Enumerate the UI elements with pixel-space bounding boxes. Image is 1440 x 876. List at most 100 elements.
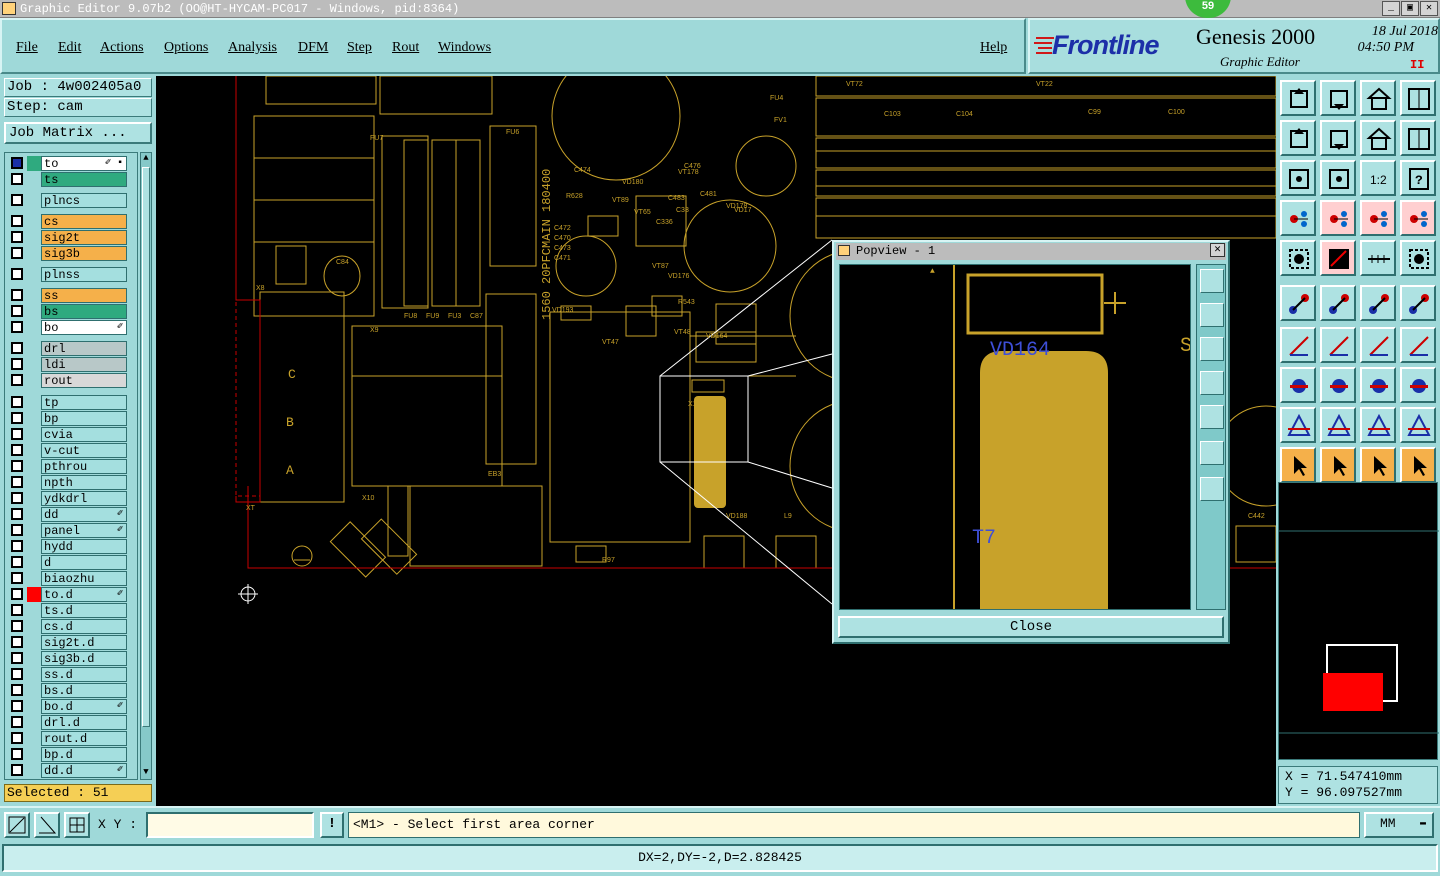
layer-row-sig2t[interactable]: sig2t <box>7 230 127 245</box>
layer-checkbox[interactable] <box>11 173 23 185</box>
overview-map[interactable] <box>1278 482 1439 760</box>
layer-checkbox[interactable] <box>11 764 23 776</box>
layer-color-swatch[interactable] <box>27 571 41 586</box>
layer-name[interactable]: rout <box>41 373 127 388</box>
layer-checkbox[interactable] <box>11 748 23 760</box>
cross-icon[interactable] <box>1320 285 1356 321</box>
popview-fit-icon[interactable] <box>1200 441 1224 465</box>
layer-checkbox[interactable] <box>11 652 23 664</box>
layer-row-dd.d[interactable]: dd.d ✐ <box>7 763 127 778</box>
layer-row-sig2t.d[interactable]: sig2t.d <box>7 635 127 650</box>
marker-icon[interactable] <box>1280 367 1316 403</box>
menu-rout[interactable]: Rout <box>392 40 419 56</box>
menu-edit[interactable]: Edit <box>58 40 81 56</box>
layer-checkbox[interactable] <box>11 247 23 259</box>
units-select[interactable]: MM ▬ <box>1364 812 1434 838</box>
dot-line-icon[interactable] <box>1360 285 1396 321</box>
popview-left-icon[interactable] <box>1200 371 1224 395</box>
layer-row-rout[interactable]: rout <box>7 373 127 388</box>
snap-right-icon[interactable] <box>1320 120 1356 156</box>
layer-color-swatch[interactable] <box>27 304 41 319</box>
layer-color-swatch[interactable] <box>27 715 41 730</box>
layer-checkbox[interactable] <box>11 716 23 728</box>
layer-color-swatch[interactable] <box>27 443 41 458</box>
layer-color-swatch[interactable] <box>27 288 41 303</box>
layer-checkbox[interactable] <box>11 492 23 504</box>
layer-row-drl.d[interactable]: drl.d <box>7 715 127 730</box>
resize-icon[interactable] <box>1360 120 1396 156</box>
layer-name[interactable]: cs <box>41 214 127 229</box>
feature-filter-icon[interactable] <box>1360 200 1396 236</box>
line-icon[interactable] <box>1320 327 1356 363</box>
layer-checkbox[interactable] <box>11 428 23 440</box>
layer-name[interactable]: bs <box>41 304 127 319</box>
layer-checkbox[interactable] <box>11 342 23 354</box>
layer-color-swatch[interactable] <box>27 587 41 602</box>
draw-line-icon[interactable] <box>1320 240 1356 276</box>
layer-row-bp.d[interactable]: bp.d <box>7 747 127 762</box>
layer-checkbox[interactable] <box>11 157 23 169</box>
arc-icon[interactable] <box>1360 327 1396 363</box>
layer-row-dd[interactable]: dd ✐ <box>7 507 127 522</box>
layer-color-swatch[interactable] <box>27 699 41 714</box>
cluster-icon[interactable] <box>1400 367 1436 403</box>
layer-name[interactable]: npth <box>41 475 127 490</box>
menu-windows[interactable]: Windows <box>438 40 491 56</box>
scroll-down-icon[interactable]: ▼ <box>141 767 151 779</box>
layer-color-swatch[interactable] <box>27 320 41 335</box>
layer-row-sig3b[interactable]: sig3b <box>7 246 127 261</box>
layer-name[interactable]: biaozhu <box>41 571 127 586</box>
layer-checkbox[interactable] <box>11 636 23 648</box>
flip-icon[interactable] <box>1400 327 1436 363</box>
layer-name[interactable]: to ✐ ▪ <box>41 156 127 171</box>
feature-select-icon[interactable] <box>1400 200 1436 236</box>
layer-name[interactable]: sig2t <box>41 230 127 245</box>
angle-icon[interactable] <box>1280 327 1316 363</box>
layer-row-npth[interactable]: npth <box>7 475 127 490</box>
layer-name[interactable]: dd.d ✐ <box>41 763 127 778</box>
layer-row-ydkdrl[interactable]: ydkdrl <box>7 491 127 506</box>
layer-row-bs.d[interactable]: bs.d <box>7 683 127 698</box>
layer-color-swatch[interactable] <box>27 491 41 506</box>
layer-color-swatch[interactable] <box>27 156 41 171</box>
layer-color-swatch[interactable] <box>27 411 41 426</box>
measure-icon[interactable] <box>1280 200 1316 236</box>
layer-checkbox[interactable] <box>11 289 23 301</box>
layer-color-swatch[interactable] <box>27 507 41 522</box>
layer-color-swatch[interactable] <box>27 230 41 245</box>
popview-canvas[interactable]: ▲ VD164 T7 S <box>839 264 1191 610</box>
layer-checkbox[interactable] <box>11 396 23 408</box>
layer-color-swatch[interactable] <box>27 731 41 746</box>
layer-checkbox[interactable] <box>11 732 23 744</box>
layer-name[interactable]: ldi <box>41 357 127 372</box>
popview-right-icon[interactable] <box>1200 405 1224 429</box>
layer-name[interactable]: cvia <box>41 427 127 442</box>
layer-row-ts.d[interactable]: ts.d <box>7 603 127 618</box>
layer-row-to.d[interactable]: to.d ✐ <box>7 587 127 602</box>
triangle-a-icon[interactable] <box>1320 407 1356 443</box>
pin-icon[interactable] <box>1320 200 1356 236</box>
angle-snap-icon[interactable] <box>34 812 60 838</box>
layer-list-scrollbar[interactable]: ▲ ▼ <box>140 152 152 780</box>
layer-row-ldi[interactable]: ldi <box>7 357 127 372</box>
popview-center-icon[interactable] <box>1200 477 1224 501</box>
layer-color-swatch[interactable] <box>27 651 41 666</box>
layer-name[interactable]: to.d ✐ <box>41 587 127 602</box>
layer-name[interactable]: ss.d <box>41 667 127 682</box>
layer-row-d[interactable]: d <box>7 555 127 570</box>
layer-name[interactable]: sig2t.d <box>41 635 127 650</box>
layer-row-rout.d[interactable]: rout.d <box>7 731 127 746</box>
layer-row-to[interactable]: to ✐ ▪ <box>7 156 127 171</box>
ruler-icon[interactable] <box>1360 240 1396 276</box>
layer-checkbox[interactable] <box>11 231 23 243</box>
layer-name[interactable]: v-cut <box>41 443 127 458</box>
pointer-frame-icon[interactable] <box>1360 447 1396 483</box>
snap-icon[interactable] <box>4 812 30 838</box>
layer-name[interactable]: dd ✐ <box>41 507 127 522</box>
layer-checkbox[interactable] <box>11 194 23 206</box>
layer-down-icon[interactable] <box>1320 80 1356 116</box>
layer-checkbox[interactable] <box>11 540 23 552</box>
layer-color-swatch[interactable] <box>27 427 41 442</box>
menu-dfm[interactable]: DFM <box>298 40 328 56</box>
minimize-button[interactable]: _ <box>1382 1 1400 16</box>
